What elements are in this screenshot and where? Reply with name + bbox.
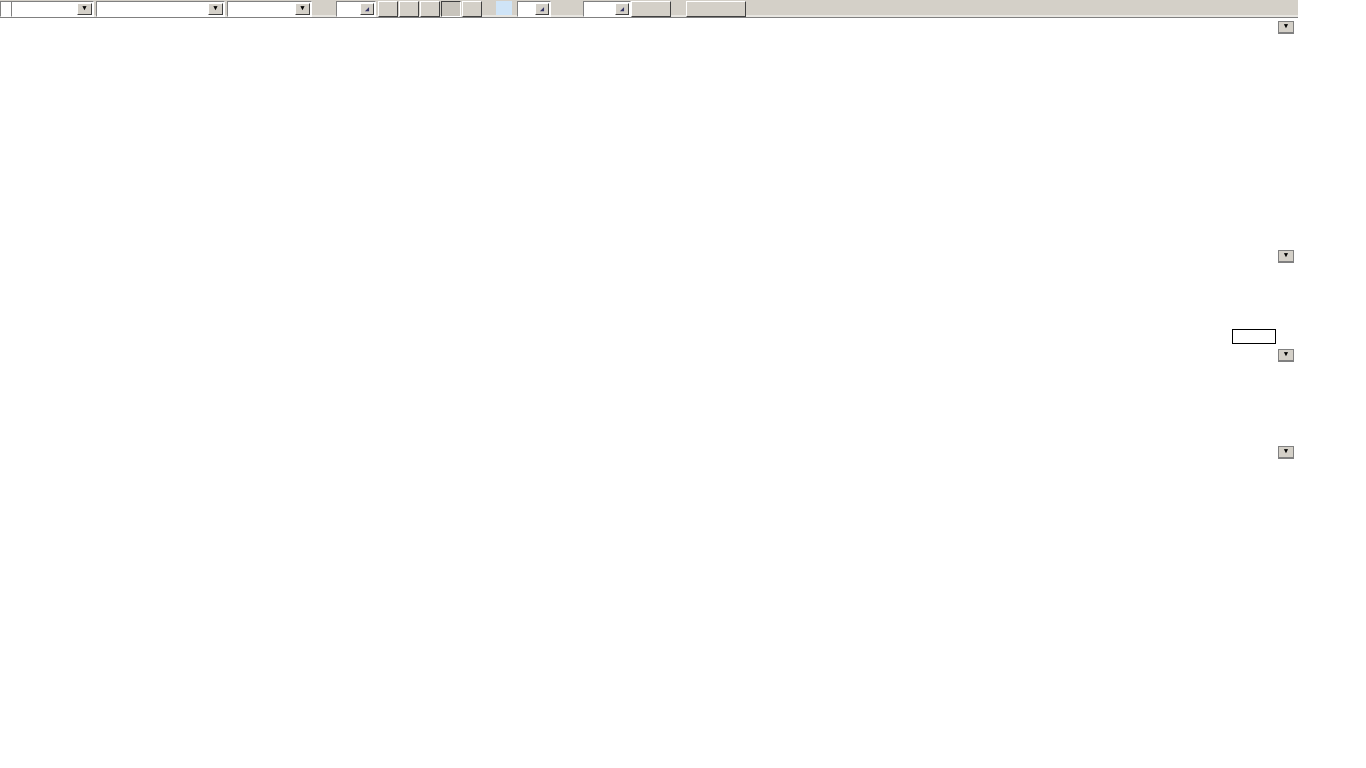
- volume-pane-dropdown-button[interactable]: ▼: [1278, 250, 1294, 263]
- stoch-pane-dropdown-button[interactable]: ▼: [1278, 446, 1294, 459]
- macd-pane-dropdown-button[interactable]: ▼: [1278, 349, 1294, 362]
- chart-plot-area[interactable]: [0, 0, 1366, 576]
- price-pane-dropdown-button[interactable]: ▼: [1278, 21, 1294, 34]
- volume-multiplier-badge: [1232, 329, 1276, 344]
- trading-app-window: ▼ ▼ ▼ ◢ ◢ ◢: [0, 0, 1366, 768]
